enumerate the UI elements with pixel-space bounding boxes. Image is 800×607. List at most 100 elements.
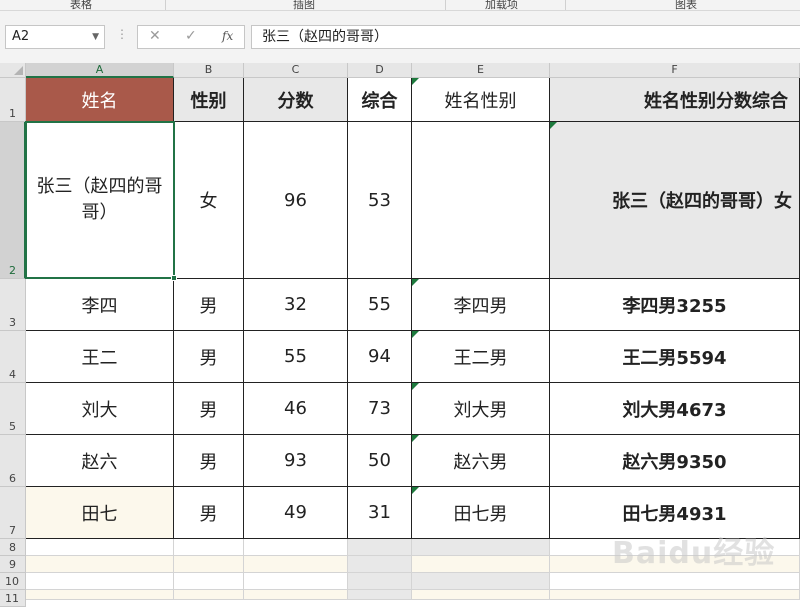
row-header-10[interactable]: 10 [0,573,26,590]
cell-d3[interactable]: 55 [348,279,412,331]
name-box-value: A2 [12,29,30,44]
cell-b2[interactable]: 女 [174,122,244,279]
cell-e4[interactable]: 王二男 [412,331,550,383]
select-all-corner[interactable] [0,63,26,78]
row-header-4[interactable]: 4 [0,331,26,383]
cell-a3[interactable]: 李四 [26,279,174,331]
empty-cell[interactable] [412,539,550,556]
cell-c6[interactable]: 93 [244,435,348,487]
empty-cell[interactable] [244,556,348,573]
confirm-icon[interactable]: ✓ [185,28,197,44]
cell-d5[interactable]: 73 [348,383,412,435]
empty-cell[interactable] [174,590,244,600]
cell-c5[interactable]: 46 [244,383,348,435]
cancel-icon[interactable]: ✕ [149,28,161,44]
empty-cell[interactable] [348,573,412,590]
cell-d4[interactable]: 94 [348,331,412,383]
cell-a5[interactable]: 刘大 [26,383,174,435]
empty-cell[interactable] [26,539,174,556]
cell-c2[interactable]: 96 [244,122,348,279]
cell-d7[interactable]: 31 [348,487,412,539]
cell-c7[interactable]: 49 [244,487,348,539]
empty-cell[interactable] [244,539,348,556]
empty-cell[interactable] [348,539,412,556]
empty-cell[interactable] [26,556,174,573]
row-header-7[interactable]: 7 [0,487,26,539]
cell-d6[interactable]: 50 [348,435,412,487]
cell-b4[interactable]: 男 [174,331,244,383]
chevron-down-icon[interactable]: ▼ [92,26,99,48]
empty-cell[interactable] [244,590,348,600]
empty-cell[interactable] [348,556,412,573]
watermark-logo: Baidu经验 [612,536,776,571]
cell-e3[interactable]: 李四男 [412,279,550,331]
cell-f5[interactable]: 刘大男4673 [550,383,800,435]
row-header-5[interactable]: 5 [0,383,26,435]
column-header-d[interactable]: D [348,63,412,78]
empty-cell[interactable] [550,590,800,600]
cell-e7[interactable]: 田七男 [412,487,550,539]
cell-b5[interactable]: 男 [174,383,244,435]
cell-d1[interactable]: 综合 [348,78,412,122]
cell-c3[interactable]: 32 [244,279,348,331]
cell-a2[interactable]: 张三（赵四的哥哥） [26,122,174,279]
cell-f3[interactable]: 李四男3255 [550,279,800,331]
empty-cell[interactable] [244,573,348,590]
empty-cell[interactable] [412,590,550,600]
name-box[interactable]: A2 ▼ [5,25,105,49]
cell-a7[interactable]: 田七 [26,487,174,539]
ribbon-group-charts[interactable]: 图表 [675,0,697,10]
cell-d2[interactable]: 53 [348,122,412,279]
fill-handle[interactable] [171,275,177,281]
more-vertical-icon[interactable]: ⋮ [116,27,128,41]
cell-a6[interactable]: 赵六 [26,435,174,487]
ribbon-divider [165,0,166,10]
empty-cell[interactable] [348,590,412,600]
ribbon-group-tables[interactable]: 表格 [70,0,92,10]
column-header-e[interactable]: E [412,63,550,78]
empty-cell[interactable] [550,573,800,590]
cell-e1[interactable]: 姓名性别 [412,78,550,122]
column-header-a[interactable]: A [26,63,174,78]
cell-c1[interactable]: 分数 [244,78,348,122]
column-header-c[interactable]: C [244,63,348,78]
cell-f2[interactable]: 张三（赵四的哥哥）女 [550,122,800,279]
ribbon-group-addins[interactable]: 加载项 [485,0,518,10]
empty-cell[interactable] [412,573,550,590]
cell-b6[interactable]: 男 [174,435,244,487]
cell-e5[interactable]: 刘大男 [412,383,550,435]
cell-f6[interactable]: 赵六男9350 [550,435,800,487]
row-header-1[interactable]: 1 [0,78,26,122]
insert-function-icon[interactable]: fx [222,29,233,43]
cell-f1[interactable]: 姓名性别分数综合 [550,78,800,122]
row-header-2[interactable]: 2 [0,122,26,279]
empty-cell[interactable] [26,573,174,590]
cell-a4[interactable]: 王二 [26,331,174,383]
empty-cell[interactable] [26,590,174,600]
row-header-9[interactable]: 9 [0,556,26,573]
column-header-b[interactable]: B [174,63,244,78]
empty-cell[interactable] [174,556,244,573]
ribbon-divider [445,0,446,10]
cell-f4[interactable]: 王二男5594 [550,331,800,383]
row-header-11[interactable]: 11 [0,590,26,607]
row-header-8[interactable]: 8 [0,539,26,556]
cell-b1[interactable]: 性别 [174,78,244,122]
cell-b7[interactable]: 男 [174,487,244,539]
empty-cell[interactable] [412,556,550,573]
empty-cell[interactable] [174,539,244,556]
cell-e6[interactable]: 赵六男 [412,435,550,487]
cell-note-indicator [412,383,419,390]
cell-a1[interactable]: 姓名 [26,78,174,122]
cell-c4[interactable]: 55 [244,331,348,383]
row-header-6[interactable]: 6 [0,435,26,487]
cell-b3[interactable]: 男 [174,279,244,331]
formula-input[interactable]: 张三（赵四的哥哥） [251,25,800,49]
ribbon-group-illustrations[interactable]: 插图 [293,0,315,10]
formula-bar-area: A2 ▼ ⋮ ✕ ✓ fx 张三（赵四的哥哥） [0,11,800,63]
row-header-3[interactable]: 3 [0,279,26,331]
empty-cell[interactable] [174,573,244,590]
cell-e2[interactable] [412,122,550,279]
cell-note-indicator [412,435,419,442]
column-header-f[interactable]: F [550,63,800,78]
